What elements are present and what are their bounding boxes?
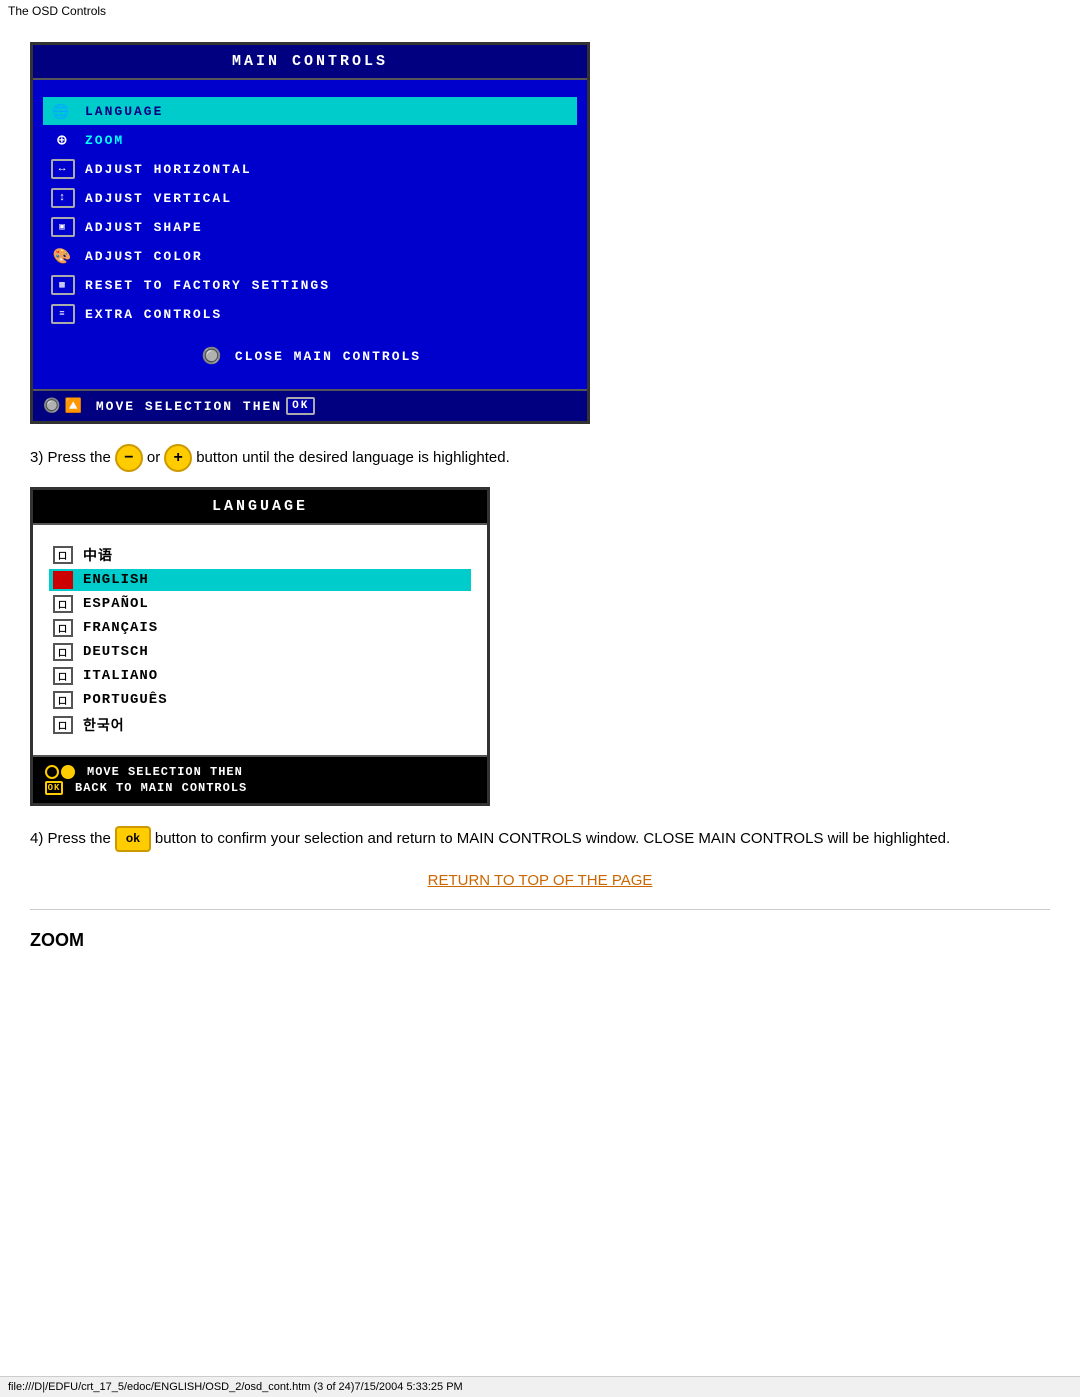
lang-footer-line1: MOVE SELECTION THEN: [45, 765, 475, 779]
osd-item-adjust-v-label: ADJUST VERTICAL: [85, 191, 232, 206]
lang-item-francais[interactable]: 口 FRANÇAIS: [49, 617, 471, 639]
lang-icon-korean: 口: [53, 716, 73, 734]
lang-icon-english: [53, 571, 73, 589]
adjust-v-icon: ↕: [49, 187, 77, 209]
minus-button[interactable]: −: [115, 444, 143, 472]
instruction-3-text1: 3) Press the: [30, 446, 111, 470]
lang-item-espanol[interactable]: 口 ESPAÑOL: [49, 593, 471, 615]
lang-footer-text1: MOVE SELECTION THEN: [87, 765, 243, 779]
osd-item-adjust-v[interactable]: ↕ ADJUST VERTICAL: [43, 184, 577, 212]
osd-item-reset-label: RESET TO FACTORY SETTINGS: [85, 278, 330, 293]
move-icons: 🔘 🔼: [43, 398, 90, 415]
return-link[interactable]: RETURN TO TOP OF THE PAGE: [428, 872, 653, 889]
osd-item-zoom[interactable]: ⊕ ZOOM: [43, 126, 577, 154]
osd-item-reset[interactable]: ▦ RESET TO FACTORY SETTINGS: [43, 271, 577, 299]
language-footer: MOVE SELECTION THEN OK BACK TO MAIN CONT…: [33, 755, 487, 803]
language-screen: LANGUAGE 口 中语 ENGLISH 口 ESPAÑOL 口 FRANÇA…: [30, 487, 490, 806]
osd-footer-label: MOVE SELECTION THEN: [96, 399, 282, 414]
language-title: LANGUAGE: [33, 490, 487, 525]
ok-box: OK: [286, 397, 315, 415]
lang-label-chinese: 中语: [83, 545, 113, 565]
return-link-container: RETURN TO TOP OF THE PAGE: [30, 872, 1050, 889]
content-area: MAIN CONTROLS 🌐 LANGUAGE ⊕ ZOOM: [0, 22, 1080, 981]
osd-item-close[interactable]: 🔘 CLOSE MAIN CONTROLS: [43, 339, 577, 373]
instruction-4: 4) Press the ok button to confirm your s…: [30, 826, 1050, 852]
language-items: 口 中语 ENGLISH 口 ESPAÑOL 口 FRANÇAIS 口 DEU: [33, 525, 487, 755]
lang-icon-chinese: 口: [53, 546, 73, 564]
main-controls-screen: MAIN CONTROLS 🌐 LANGUAGE ⊕ ZOOM: [30, 42, 590, 424]
lang-label-english: ENGLISH: [83, 572, 149, 588]
osd-item-adjust-shape[interactable]: ▣ ADJUST SHAPE: [43, 213, 577, 241]
instruction-4-text1: 4) Press the: [30, 827, 111, 851]
lang-label-francais: FRANÇAIS: [83, 620, 158, 636]
lang-label-deutsch: DEUTSCH: [83, 644, 149, 660]
lang-item-korean[interactable]: 口 한국어: [49, 713, 471, 737]
osd-item-extra[interactable]: ≡ EXTRA CONTROLS: [43, 300, 577, 328]
main-controls-menu: 🌐 LANGUAGE ⊕ ZOOM ↔ ADJUST HORIZONTAL: [33, 90, 587, 389]
svg-text:🌐: 🌐: [52, 103, 71, 121]
instruction-4-text2: button to confirm your selection and ret…: [155, 827, 950, 851]
foot-icon-box: OK: [45, 781, 69, 795]
lang-item-english[interactable]: ENGLISH: [49, 569, 471, 591]
adjust-shape-icon: ▣: [49, 216, 77, 238]
osd-item-zoom-label: ZOOM: [85, 133, 124, 148]
instruction-3-text2: or: [147, 446, 160, 470]
lang-icon-italiano: 口: [53, 667, 73, 685]
lang-icon-portugues: 口: [53, 691, 73, 709]
osd-item-adjust-h-label: ADJUST HORIZONTAL: [85, 162, 252, 177]
osd-item-close-label: CLOSE MAIN CONTROLS: [235, 349, 421, 364]
osd-item-adjust-h[interactable]: ↔ ADJUST HORIZONTAL: [43, 155, 577, 183]
osd-footer: 🔘 🔼 MOVE SELECTION THEN OK: [33, 389, 587, 421]
lang-footer-text2: BACK TO MAIN CONTROLS: [75, 781, 247, 795]
foot-icon-circle: [45, 765, 81, 779]
status-bar-text: file:///D|/EDFU/crt_17_5/edoc/ENGLISH/OS…: [8, 1381, 463, 1393]
zoom-icon: ⊕: [49, 129, 77, 151]
adjust-color-icon: 🎨: [49, 245, 77, 267]
lang-item-chinese[interactable]: 口 中语: [49, 543, 471, 567]
lang-icon-deutsch: 口: [53, 643, 73, 661]
section-divider: [30, 909, 1050, 910]
extra-icon: ≡: [49, 303, 77, 325]
instruction-3: 3) Press the − or + button until the des…: [30, 444, 1050, 472]
zoom-heading: ZOOM: [30, 930, 1050, 951]
status-bar: file:///D|/EDFU/crt_17_5/edoc/ENGLISH/OS…: [0, 1376, 1080, 1397]
osd-item-language[interactable]: 🌐 LANGUAGE: [43, 97, 577, 125]
lang-item-italiano[interactable]: 口 ITALIANO: [49, 665, 471, 687]
lang-item-portugues[interactable]: 口 PORTUGUÊS: [49, 689, 471, 711]
lang-label-portugues: PORTUGUÊS: [83, 692, 168, 708]
lang-icon-espanol: 口: [53, 595, 73, 613]
plus-button[interactable]: +: [164, 444, 192, 472]
instruction-3-text3: button until the desired language is hig…: [196, 446, 510, 470]
lang-label-espanol: ESPAÑOL: [83, 596, 149, 612]
main-controls-title: MAIN CONTROLS: [33, 45, 587, 80]
osd-item-language-label: LANGUAGE: [85, 104, 163, 119]
osd-item-adjust-color-label: ADJUST COLOR: [85, 249, 203, 264]
lang-icon-francais: 口: [53, 619, 73, 637]
lang-label-korean: 한국어: [83, 715, 125, 735]
reset-icon: ▦: [49, 274, 77, 296]
lang-label-italiano: ITALIANO: [83, 668, 158, 684]
osd-item-extra-label: EXTRA CONTROLS: [85, 307, 222, 322]
osd-item-adjust-shape-label: ADJUST SHAPE: [85, 220, 203, 235]
top-bar-label: The OSD Controls: [8, 4, 106, 18]
top-bar: The OSD Controls: [0, 0, 1080, 22]
close-icon: 🔘: [199, 345, 227, 367]
osd-item-adjust-color[interactable]: 🎨 ADJUST COLOR: [43, 242, 577, 270]
lang-footer-line2: OK BACK TO MAIN CONTROLS: [45, 781, 475, 795]
ok-button[interactable]: ok: [115, 826, 151, 852]
adjust-h-icon: ↔: [49, 158, 77, 180]
language-icon: 🌐: [49, 100, 77, 122]
lang-item-deutsch[interactable]: 口 DEUTSCH: [49, 641, 471, 663]
